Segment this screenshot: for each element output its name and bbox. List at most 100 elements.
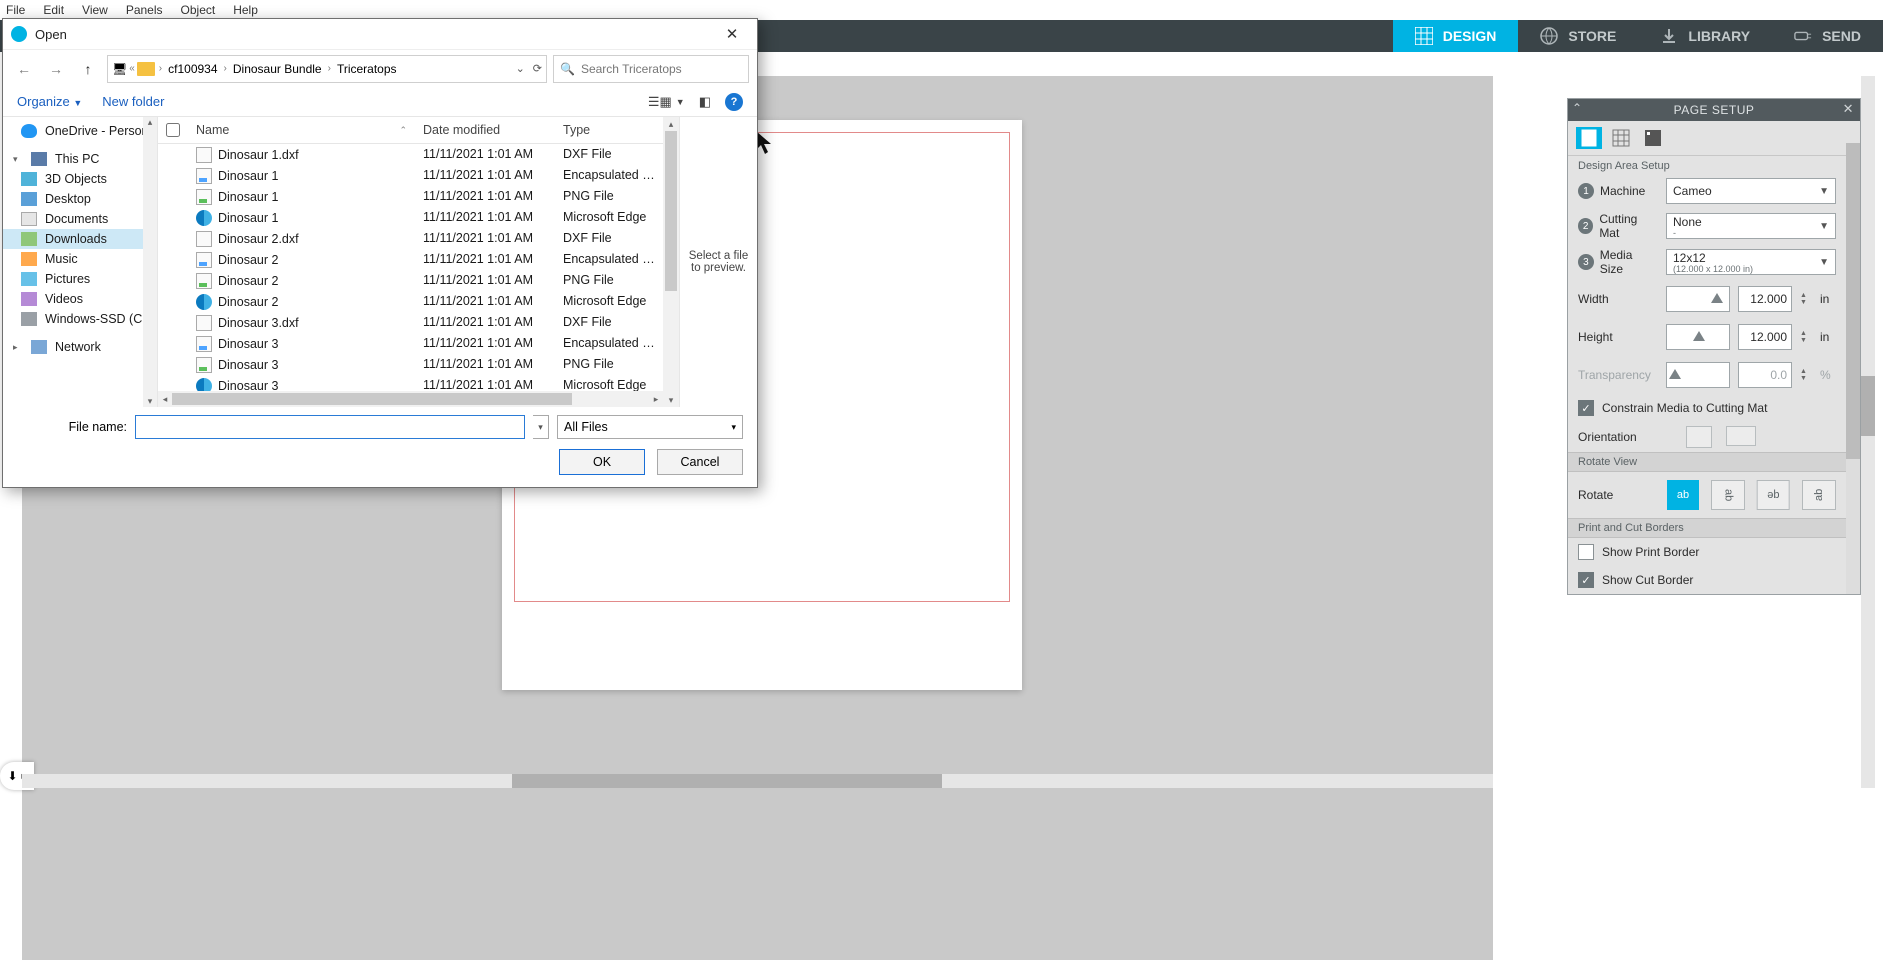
file-row[interactable]: Dinosaur 111/11/2021 1:01 AMEncapsulated… [158, 165, 663, 186]
file-type-icon [196, 231, 212, 247]
file-row[interactable]: Dinosaur 211/11/2021 1:01 AMEncapsulated… [158, 249, 663, 270]
tab-library[interactable]: LIBRARY [1638, 20, 1772, 52]
file-row[interactable]: Dinosaur 111/11/2021 1:01 AMPNG File [158, 186, 663, 207]
nav-up-button[interactable]: ↑ [75, 56, 101, 82]
file-name: Dinosaur 3 [218, 379, 278, 392]
select-all-checkbox[interactable] [166, 123, 180, 137]
rotate-0-button[interactable]: ab [1667, 480, 1700, 510]
file-name: Dinosaur 1 [218, 211, 278, 225]
ps-tab-page-icon[interactable] [1576, 127, 1602, 149]
file-row[interactable]: Dinosaur 311/11/2021 1:01 AMMicrosoft Ed… [158, 375, 663, 391]
sidebar-item-downloads[interactable]: Downloads [3, 229, 157, 249]
breadcrumb-seg-1[interactable]: cf100934 [164, 62, 221, 76]
sidebar-item-winssd[interactable]: Windows-SSD (C [3, 309, 157, 329]
media-dropdown[interactable]: 12x12(12.000 x 12.000 in)▼ [1666, 249, 1836, 275]
dialog-toolbar: Organize ▼ New folder ☰▦ ▼ ◧ ? [3, 87, 757, 117]
panel-vscroll[interactable] [1846, 143, 1860, 594]
height-slider[interactable] [1666, 324, 1730, 350]
height-value[interactable]: 12.000 [1738, 324, 1792, 350]
tab-send[interactable]: SEND [1772, 20, 1883, 52]
preview-pane: Select a file to preview. [679, 117, 757, 407]
view-mode-button[interactable]: ☰▦ ▼ [648, 94, 685, 110]
sidebar-item-network[interactable]: ▸Network [3, 337, 157, 357]
ok-button[interactable]: OK [559, 449, 645, 475]
panel-close-icon[interactable]: ✕ [1843, 101, 1854, 117]
sidebar-scroll[interactable]: ▴▾ [143, 117, 157, 407]
menu-edit[interactable]: Edit [43, 3, 64, 17]
sidebar-item-documents[interactable]: Documents [3, 209, 157, 229]
show-print-checkbox[interactable] [1578, 544, 1594, 560]
rotate-270-button[interactable]: ab [1802, 480, 1836, 510]
chevron-down-icon: ▼ [1819, 221, 1829, 232]
file-name-dropdown[interactable]: ▾ [533, 415, 549, 439]
canvas-hscroll[interactable] [22, 774, 1493, 788]
file-name: Dinosaur 2 [218, 274, 278, 288]
sidebar-item-3dobjects[interactable]: 3D Objects [3, 169, 157, 189]
tab-design[interactable]: DESIGN [1393, 20, 1519, 52]
cutmat-dropdown[interactable]: None-▼ [1666, 213, 1836, 239]
menu-help[interactable]: Help [233, 3, 258, 17]
search-input[interactable]: 🔍 Search Triceratops [553, 55, 749, 83]
col-date[interactable]: Date modified [415, 117, 555, 143]
file-row[interactable]: Dinosaur 1.dxf11/11/2021 1:01 AMDXF File [158, 144, 663, 165]
panel-collapse-icon[interactable]: ⌃ [1572, 101, 1583, 115]
file-name-input[interactable] [135, 415, 525, 439]
file-row[interactable]: Dinosaur 311/11/2021 1:01 AMEncapsulated… [158, 333, 663, 354]
col-type[interactable]: Type [555, 117, 663, 143]
width-label: Width [1578, 292, 1658, 306]
ps-tab-grid-icon[interactable] [1608, 127, 1634, 149]
width-slider[interactable] [1666, 286, 1730, 312]
chevron-down-icon: ▼ [1819, 257, 1829, 268]
show-cut-checkbox[interactable]: ✓ [1578, 572, 1594, 588]
file-row[interactable]: Dinosaur 3.dxf11/11/2021 1:01 AMDXF File [158, 312, 663, 333]
width-value[interactable]: 12.000 [1738, 286, 1792, 312]
file-name: Dinosaur 2 [218, 253, 278, 267]
constrain-checkbox[interactable]: ✓ [1578, 400, 1594, 416]
page-setup-header: ⌃ PAGE SETUP ✕ [1568, 99, 1860, 121]
sidebar-item-onedrive[interactable]: OneDrive - Person [3, 121, 157, 141]
breadcrumb[interactable]: 🖥 « › cf100934 › Dinosaur Bundle › Trice… [107, 55, 547, 83]
file-row[interactable]: Dinosaur 111/11/2021 1:01 AMMicrosoft Ed… [158, 207, 663, 228]
dialog-footer: File name: ▾ All Files▾ OK Cancel [3, 407, 757, 487]
tab-store[interactable]: STORE [1518, 20, 1638, 52]
sidebar-item-thispc[interactable]: ▾This PC [3, 149, 157, 169]
new-folder-button[interactable]: New folder [102, 94, 164, 109]
nav-forward-button[interactable]: → [43, 56, 69, 82]
preview-pane-button[interactable]: ◧ [699, 94, 711, 110]
file-row[interactable]: Dinosaur 211/11/2021 1:01 AMMicrosoft Ed… [158, 291, 663, 312]
file-row[interactable]: Dinosaur 311/11/2021 1:01 AMPNG File [158, 354, 663, 375]
file-filter-dropdown[interactable]: All Files▾ [557, 415, 743, 439]
sidebar-item-music[interactable]: Music [3, 249, 157, 269]
col-name[interactable]: Name⌃ [188, 117, 415, 143]
sidebar-item-desktop[interactable]: Desktop [3, 189, 157, 209]
width-stepper[interactable]: ▲▼ [1800, 292, 1812, 306]
file-row[interactable]: Dinosaur 2.dxf11/11/2021 1:01 AMDXF File [158, 228, 663, 249]
help-icon[interactable]: ? [725, 93, 743, 111]
menu-view[interactable]: View [82, 3, 108, 17]
nav-back-button[interactable]: ← [11, 56, 37, 82]
height-stepper[interactable]: ▲▼ [1800, 330, 1812, 344]
cancel-button[interactable]: Cancel [657, 449, 743, 475]
machine-dropdown[interactable]: Cameo▼ [1666, 178, 1836, 204]
menu-file[interactable]: File [6, 3, 25, 17]
orientation-landscape-icon[interactable] [1726, 426, 1756, 446]
breadcrumb-seg-3[interactable]: Triceratops [333, 62, 401, 76]
breadcrumb-dropdown-icon[interactable]: ⌄ [516, 62, 525, 75]
organize-button[interactable]: Organize ▼ [17, 94, 82, 109]
filelist-vscroll[interactable]: ▴▾ [663, 117, 679, 407]
breadcrumb-seg-2[interactable]: Dinosaur Bundle [229, 62, 326, 76]
rotate-90-button[interactable]: ab [1711, 480, 1745, 510]
sidebar-item-videos[interactable]: Videos [3, 289, 157, 309]
ps-tab-reg-icon[interactable] [1640, 127, 1666, 149]
file-row[interactable]: Dinosaur 211/11/2021 1:01 AMPNG File [158, 270, 663, 291]
menu-object[interactable]: Object [181, 3, 216, 17]
app-vscroll[interactable] [1861, 76, 1875, 788]
rotate-180-button[interactable]: qe [1757, 480, 1790, 510]
orientation-portrait-icon[interactable] [1686, 426, 1712, 448]
dialog-close-button[interactable]: ✕ [715, 21, 749, 47]
menu-panels[interactable]: Panels [126, 3, 163, 17]
sidebar-item-pictures[interactable]: Pictures [3, 269, 157, 289]
filelist-hscroll[interactable]: ◂▸ [158, 391, 663, 407]
refresh-icon[interactable]: ⟳ [533, 62, 542, 75]
height-label: Height [1578, 330, 1658, 344]
